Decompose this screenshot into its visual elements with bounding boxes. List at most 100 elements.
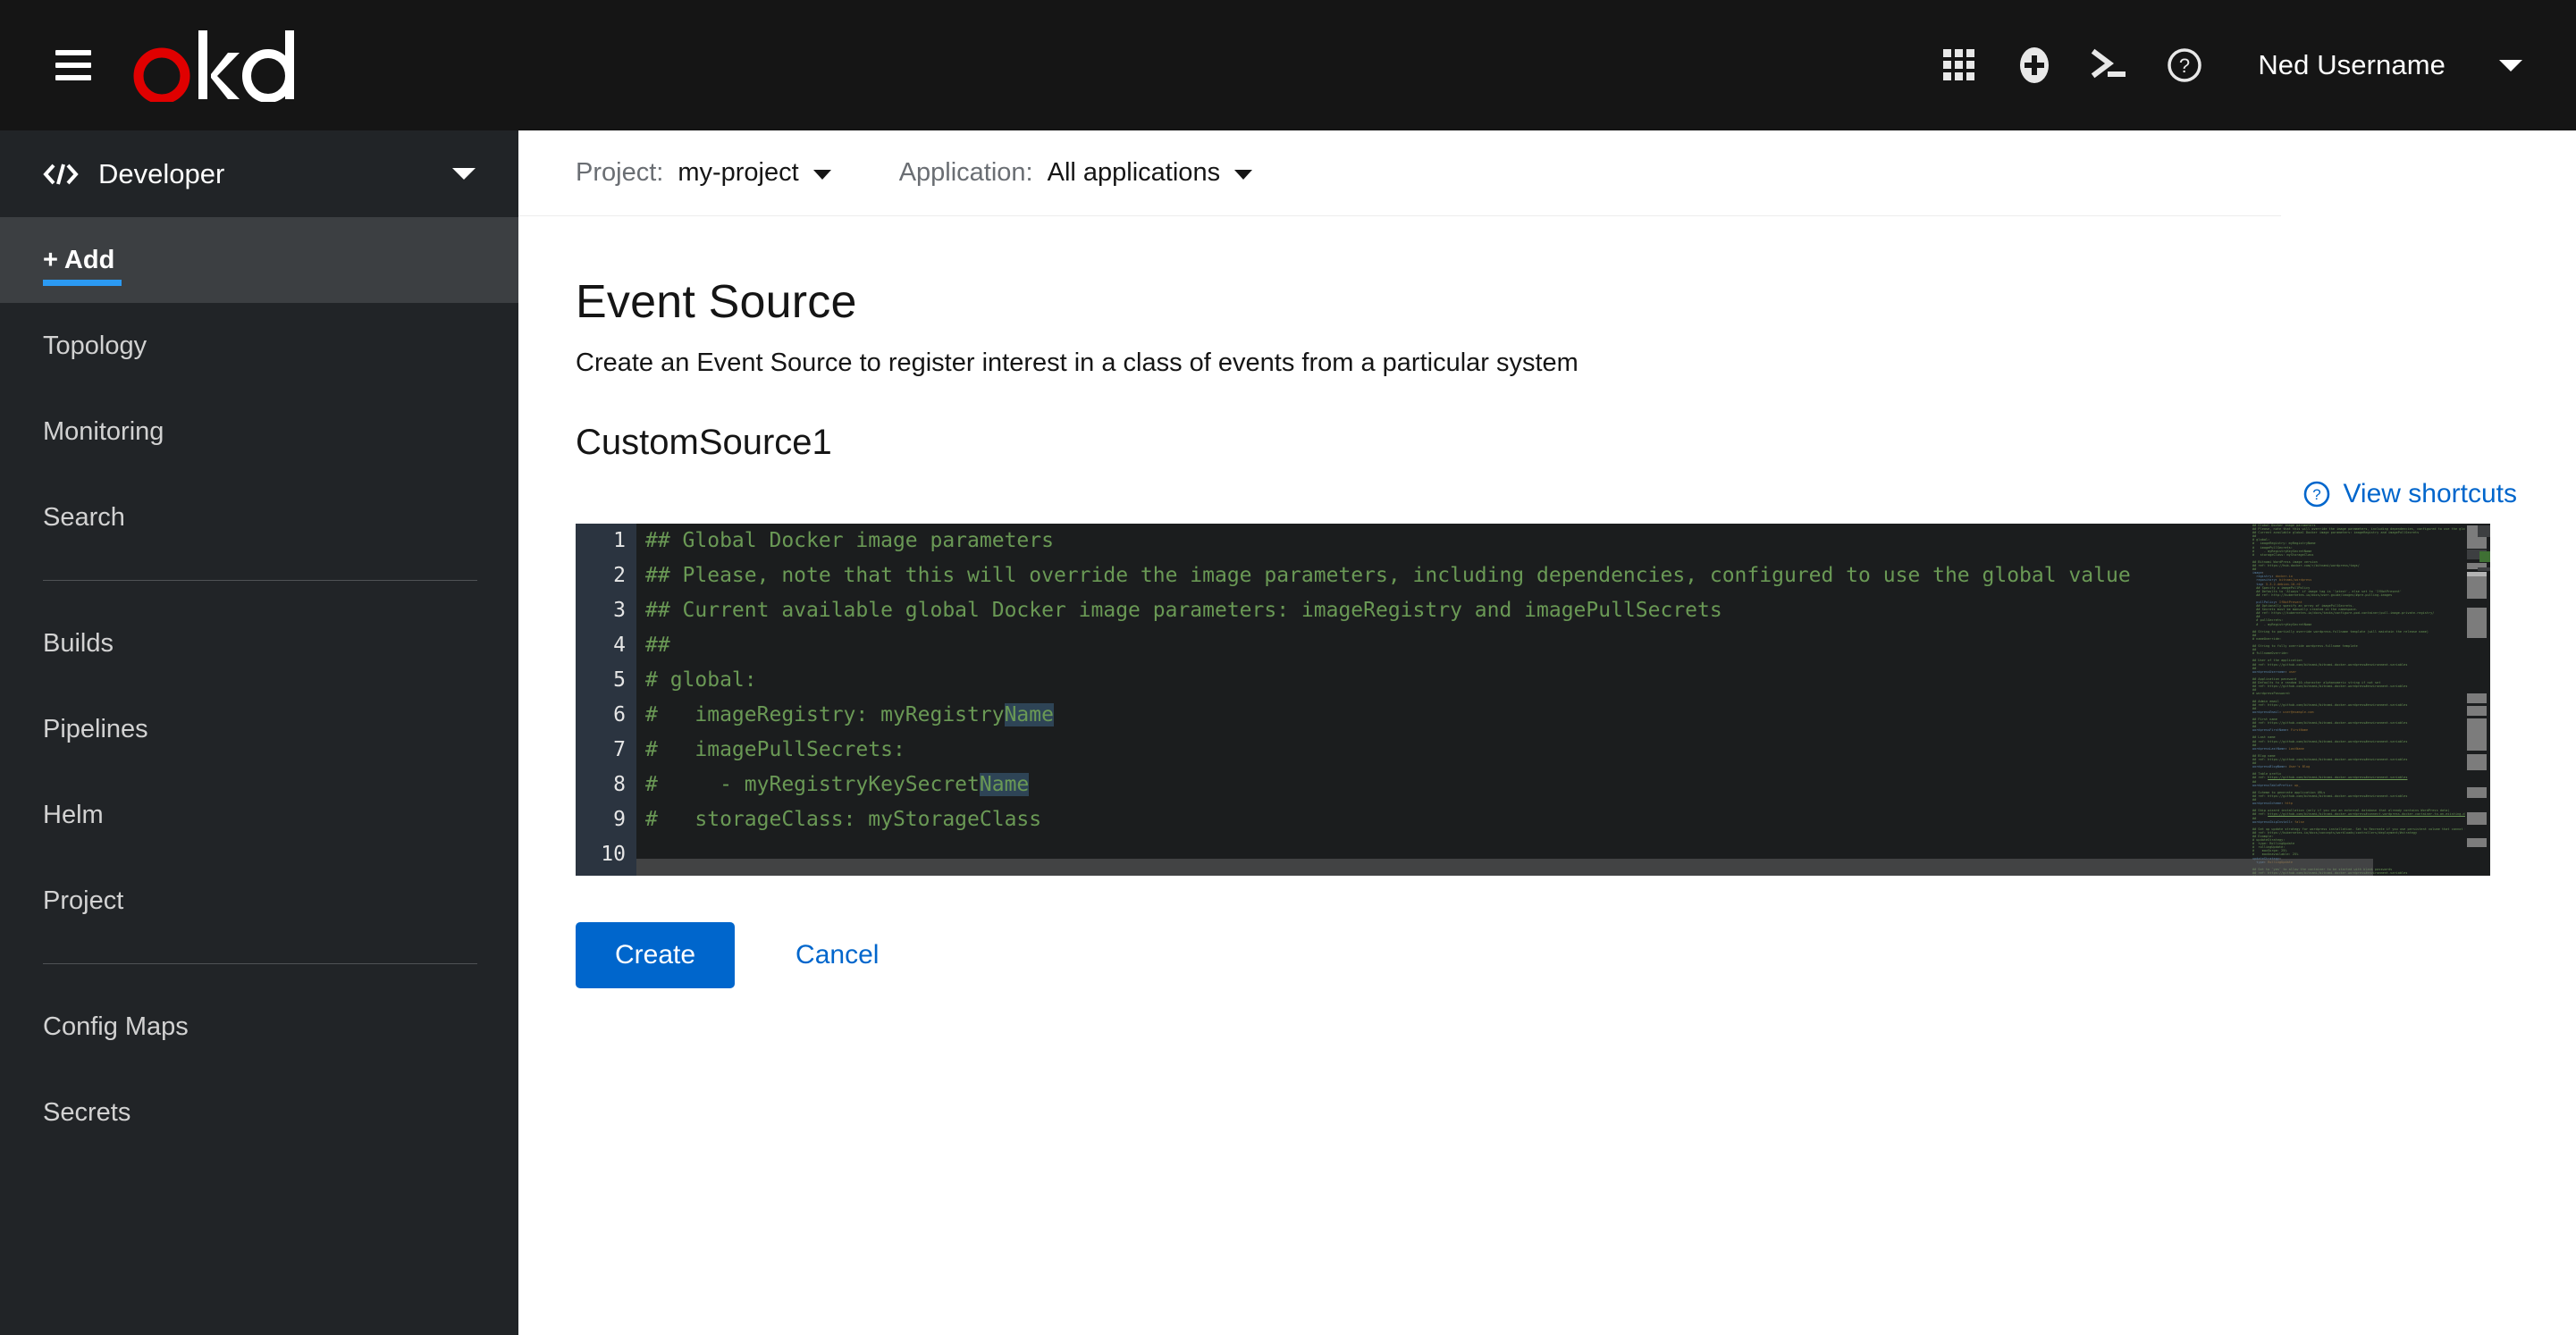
sidebar-item-label: Project [43,886,124,915]
code-line: ## Please, note that this will override … [645,564,2131,587]
add-circle-icon[interactable] [1997,25,2072,105]
chevron-down-icon [2499,59,2522,71]
line-number: 6 [613,703,626,726]
sidebar: Developer + Add Topology Monitoring Sear… [0,130,518,1335]
overview-ruler-mark [2478,525,2490,537]
sidebar-item-secrets[interactable]: Secrets [0,1070,518,1155]
line-number: 2 [613,564,626,587]
code-line: # - myRegistryKeySecretName [645,773,1030,796]
code-line: ## Current available global Docker image… [645,599,1722,622]
code-line: ## Global Docker image parameters [645,529,1054,552]
sidebar-item-pipelines[interactable]: Pipelines [0,686,518,772]
sidebar-item-label: Helm [43,800,104,829]
perspective-switcher[interactable]: Developer [0,130,518,217]
line-number: 9 [613,808,626,831]
overview-ruler-mark [2478,567,2490,571]
overview-ruler-mark [2467,693,2487,703]
main-content: Project: my-project Application: All app… [518,130,2576,1335]
project-label: Project: [576,158,664,187]
view-shortcuts-link[interactable]: ? View shortcuts [2303,479,2517,509]
chevron-down-icon [452,168,476,180]
overview-ruler-mark [2467,787,2487,798]
line-number: 4 [613,634,626,657]
sidebar-item-project[interactable]: Project [0,858,518,944]
project-value: my-project [678,158,799,187]
project-application-toolbar: Project: my-project Application: All app… [518,130,2281,216]
line-number: 10 [601,843,626,866]
code-line: # global: [645,668,757,692]
svg-text:?: ? [2313,486,2321,503]
sidebar-item-config-maps[interactable]: Config Maps [0,984,518,1070]
line-number: 1 [613,529,626,552]
help-circle-icon: ? [2304,481,2330,508]
user-menu[interactable]: Ned Username [2258,49,2522,81]
application-selector[interactable]: Application: All applications [898,158,1253,188]
project-selector[interactable]: Project: my-project [576,158,831,188]
create-button[interactable]: Create [576,922,736,988]
help-circle-icon[interactable]: ? [2147,25,2222,105]
sidebar-item-search[interactable]: Search [0,474,518,560]
code-line: # imageRegistry: myRegistryName [645,703,1054,726]
sidebar-item-add[interactable]: + Add [0,217,518,303]
line-number: 11 [576,872,636,876]
editor-horizontal-scrollbar[interactable] [636,859,2373,876]
applications-grid-icon[interactable] [1922,25,1997,105]
overview-ruler-mark [2467,754,2487,770]
code-line: ## [645,634,670,657]
sidebar-divider [43,963,477,964]
line-number: 3 [613,599,626,622]
sidebar-divider [43,580,477,581]
chevron-down-icon [812,170,831,180]
overview-ruler-mark [2467,718,2487,751]
sidebar-item-topology[interactable]: Topology [0,303,518,389]
page-title: Event Source [576,276,857,328]
editor-code-area[interactable]: ## Global Docker image parameters ## Plea… [636,524,2373,876]
sidebar-item-label: Secrets [43,1097,131,1127]
chevron-down-icon [1234,170,1253,180]
masthead: ? Ned Username [0,0,2576,130]
sidebar-item-label: Search [43,502,125,532]
overview-ruler-mark [2467,706,2487,716]
code-line: # storageClass: myStorageClass [645,808,1042,831]
cancel-button[interactable]: Cancel [796,940,879,970]
overview-ruler-mark [2467,838,2487,847]
page-subtitle: Create an Event Source to register inter… [576,348,1578,377]
section-title: CustomSource1 [576,423,832,462]
overview-ruler-mark [2467,576,2487,599]
minimap-line: ## ref: https://kubernetes.io/docs/tasks… [2252,611,2435,616]
active-indicator [43,280,122,286]
view-shortcuts-label: View shortcuts [2343,479,2517,508]
sidebar-item-label: Builds [43,628,114,658]
sidebar-item-label: + Add [43,245,115,274]
editor-line-number-gutter: 1234567891011121314151617181920 [576,524,636,876]
username-label: Ned Username [2258,49,2446,80]
line-number: 8 [613,773,626,796]
line-number: 5 [613,668,626,692]
sidebar-item-helm[interactable]: Helm [0,772,518,858]
minimap-line: ## ref: https://github.com/bitnami/bitna… [2252,812,2465,817]
sidebar-item-builds[interactable]: Builds [0,600,518,686]
line-number: 7 [613,738,626,761]
editor-overview-ruler[interactable] [2465,524,2490,876]
application-value: All applications [1047,158,1221,187]
sidebar-item-monitoring[interactable]: Monitoring [0,389,518,474]
sidebar-item-label: Topology [43,331,147,360]
perspective-label: Developer [98,157,225,189]
svg-text:?: ? [2179,55,2190,77]
overview-ruler-mark [2467,608,2487,638]
okd-logo[interactable] [132,25,299,105]
sidebar-item-label: Monitoring [43,416,164,446]
hamburger-icon[interactable] [55,50,91,80]
overview-ruler-mark [2467,812,2487,825]
terminal-icon[interactable] [2072,25,2147,105]
yaml-editor[interactable]: 1234567891011121314151617181920 ## Globa… [576,524,2490,876]
overview-ruler-mark [2479,551,2490,562]
sidebar-item-label: Pipelines [43,714,148,743]
form-actions: Create Cancel [576,922,2576,988]
code-line: # imagePullSecrets: [645,738,905,761]
sidebar-item-label: Config Maps [43,1012,189,1041]
shortcuts-row: ? View shortcuts [518,479,2576,509]
editor-minimap[interactable]: ## Global Docker image parameters ## Plea… [2251,524,2465,876]
code-brackets-icon [43,163,79,186]
application-label: Application: [898,158,1033,187]
